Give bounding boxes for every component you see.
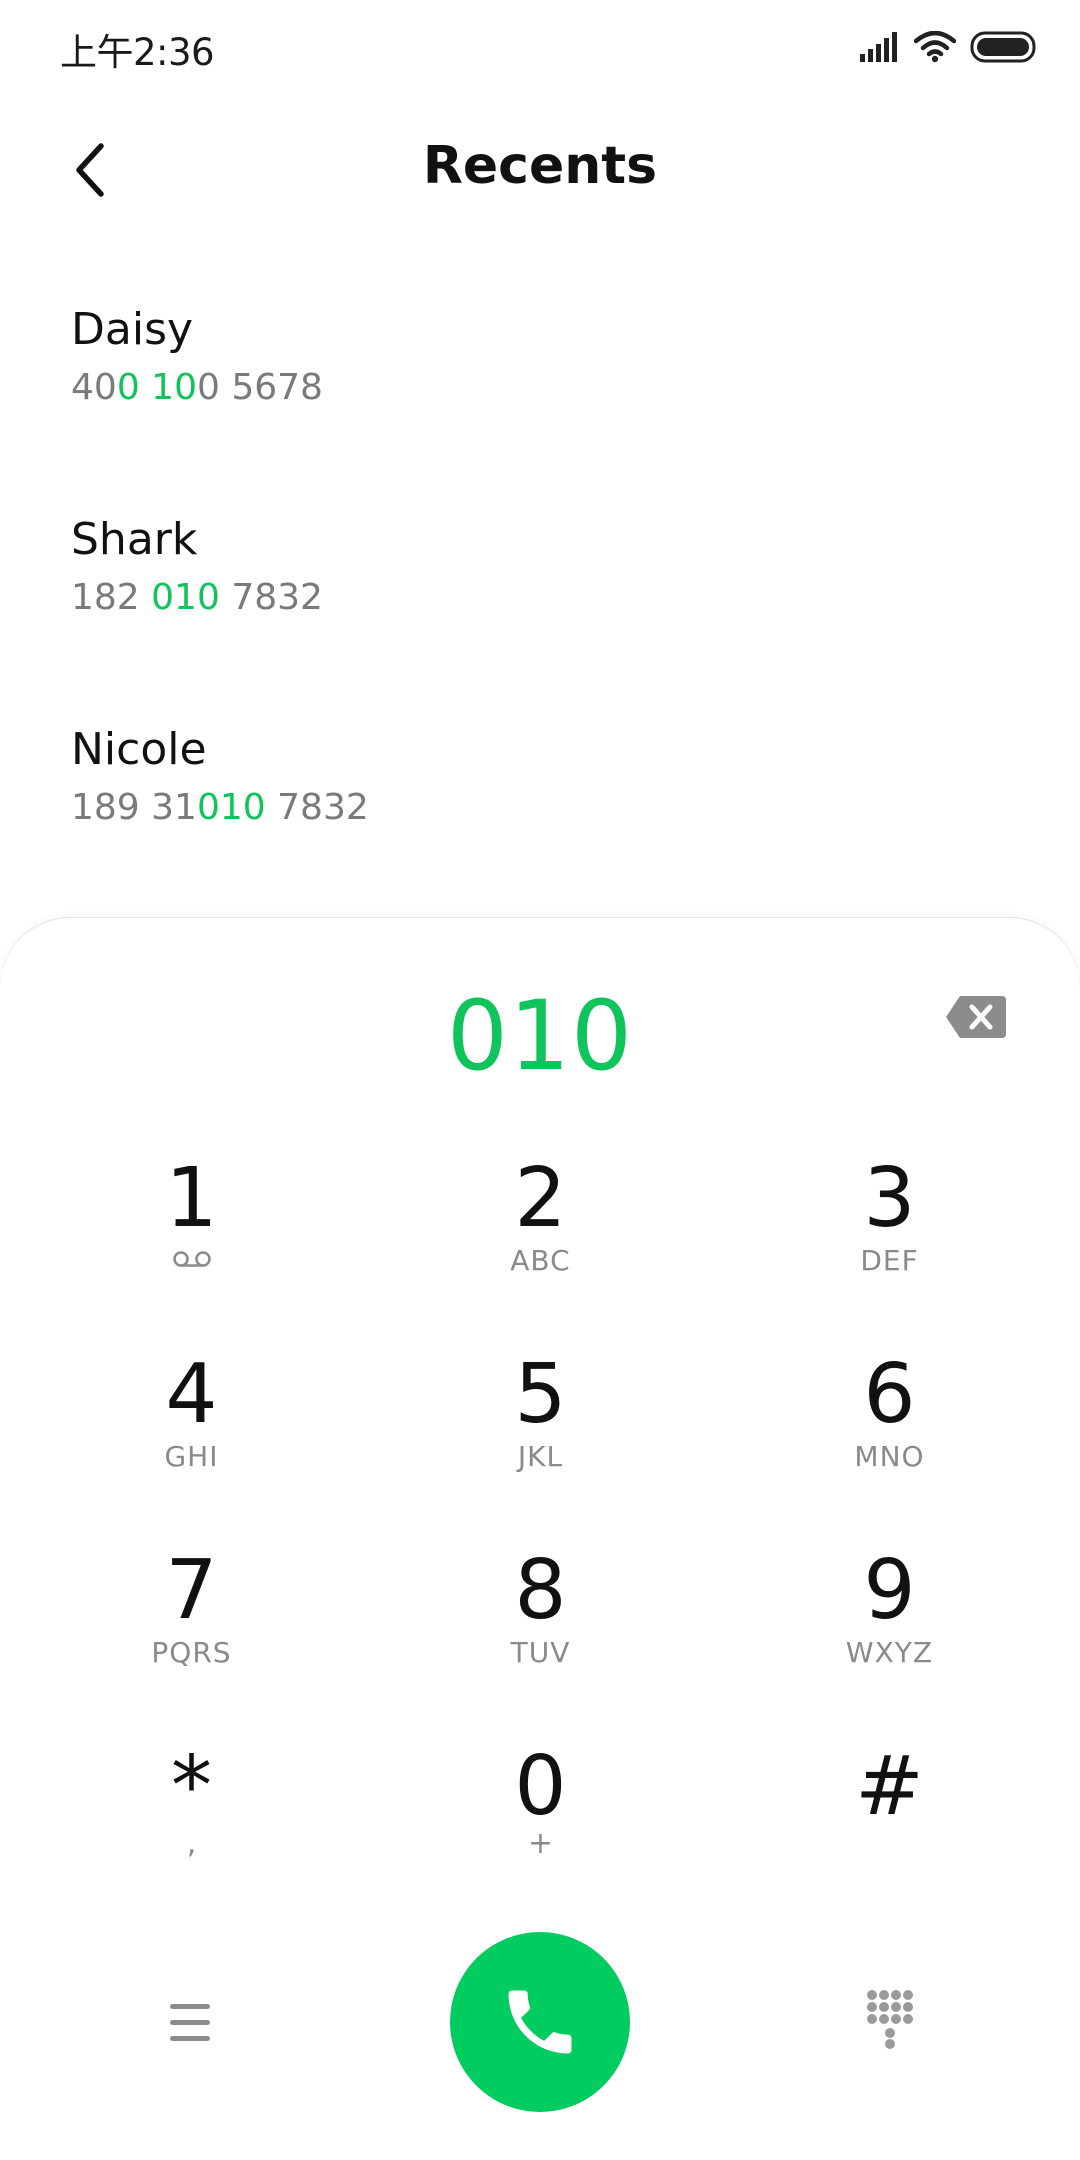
key-8[interactable]: 8 TUV	[366, 1540, 715, 1736]
key-9[interactable]: 9 WXYZ	[715, 1540, 1064, 1736]
key-digit: 3	[863, 1151, 916, 1246]
contact-number: 400 100 5678	[71, 367, 1080, 408]
contact-name: Shark	[71, 514, 198, 565]
recent-item[interactable]: Daisy 400 100 5678	[0, 280, 1080, 490]
menu-button[interactable]	[160, 1998, 220, 2048]
key-digit: 9	[863, 1543, 916, 1638]
number-match: 010	[196, 787, 266, 828]
key-letters: ,	[186, 1826, 197, 1861]
contact-number: 189 31010 7832	[71, 787, 1080, 828]
key-digit: 1	[165, 1151, 218, 1246]
key-4[interactable]: 4 GHI	[17, 1344, 366, 1540]
status-time: 上午2:36	[60, 31, 215, 74]
key-letters: WXYZ	[845, 1636, 934, 1669]
recents-list: Daisy 400 100 5678 Shark 182 010 7832 Ni…	[0, 280, 1080, 910]
key-7[interactable]: 7 PQRS	[17, 1540, 366, 1736]
page-title: Recents	[422, 136, 658, 196]
key-digit: 2	[514, 1151, 567, 1246]
number-part: 7832	[265, 787, 369, 828]
status-icons	[860, 30, 1038, 64]
recent-item[interactable]: Nicole 189 31010 7832	[0, 700, 1080, 910]
key-5[interactable]: 5 JKL	[366, 1344, 715, 1540]
call-button[interactable]	[450, 1932, 630, 2112]
number-match: 0 10	[116, 367, 197, 408]
number-part: 189 31	[71, 787, 197, 828]
key-letters: DEF	[860, 1244, 919, 1277]
key-digit: 7	[165, 1543, 218, 1638]
backspace-button[interactable]	[944, 992, 1008, 1042]
dialed-number-display[interactable]: 010	[0, 980, 1080, 1092]
menu-icon	[170, 2004, 210, 2041]
key-letters: TUV	[510, 1636, 571, 1669]
key-0[interactable]: 0 +	[366, 1736, 715, 1932]
key-3[interactable]: 3 DEF	[715, 1148, 1064, 1344]
recent-item[interactable]: Shark 182 010 7832	[0, 490, 1080, 700]
wifi-icon	[914, 31, 956, 63]
key-letters: +	[527, 1826, 554, 1861]
key-1[interactable]: 1	[17, 1148, 366, 1344]
dialpad-icon	[867, 1990, 913, 2049]
dial-panel: 010 1 2 ABC 3 DEF 4 GHI 5 JKL 6 MNO 7 PQ…	[0, 918, 1080, 2160]
key-digit: 4	[165, 1347, 218, 1442]
number-part: 7832	[219, 577, 323, 618]
key-letters: ABC	[510, 1244, 571, 1277]
status-bar: 上午2:36	[0, 0, 1080, 95]
dialpad-toggle-button[interactable]	[864, 1988, 916, 2050]
signal-icon	[860, 32, 897, 62]
number-part: 182	[71, 577, 152, 618]
key-digit: 8	[514, 1543, 567, 1638]
key-2[interactable]: 2 ABC	[366, 1148, 715, 1344]
key-digit: #	[855, 1739, 924, 1834]
key-digit: *	[171, 1739, 212, 1834]
key-digit: 6	[863, 1347, 916, 1442]
battery-icon	[970, 31, 1036, 63]
key-digit: 0	[514, 1739, 567, 1834]
number-part: 40	[71, 367, 117, 408]
key-letters: PQRS	[151, 1636, 232, 1669]
key-star[interactable]: * ,	[17, 1736, 366, 1932]
contact-name: Nicole	[71, 724, 207, 775]
key-hash[interactable]: #	[715, 1736, 1064, 1932]
key-letters: GHI	[164, 1440, 219, 1473]
phone-icon	[508, 1990, 572, 2054]
contact-number: 182 010 7832	[71, 577, 1080, 618]
number-part: 0 5678	[196, 367, 323, 408]
backspace-icon	[946, 996, 1006, 1038]
key-letters: MNO	[854, 1440, 925, 1473]
number-match: 010	[151, 577, 220, 618]
key-6[interactable]: 6 MNO	[715, 1344, 1064, 1540]
bottom-bar	[0, 1926, 1080, 2112]
key-digit: 5	[514, 1347, 567, 1442]
keypad: 1 2 ABC 3 DEF 4 GHI 5 JKL 6 MNO 7 PQRS 8…	[0, 1148, 1080, 1932]
contact-name: Daisy	[71, 304, 194, 355]
key-letters: JKL	[517, 1440, 564, 1473]
voicemail-icon	[172, 1251, 211, 1267]
